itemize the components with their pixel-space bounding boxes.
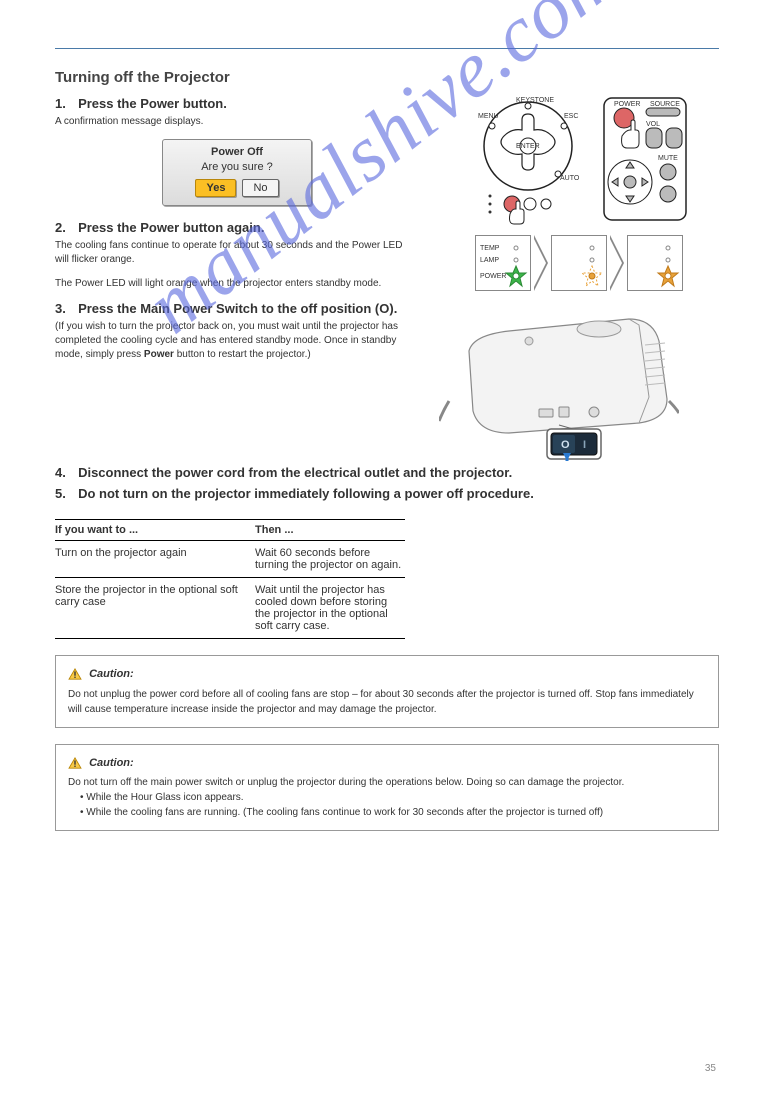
led-power-label: POWER (480, 273, 506, 280)
step2-body-b: The Power LED will light orange when the… (55, 277, 419, 291)
warning-icon (68, 757, 82, 769)
table-row2-left: Store the projector in the optional soft… (55, 584, 255, 632)
menu-label: MENU (478, 113, 499, 120)
caution2-head: Caution: (89, 757, 134, 769)
dialog-yes-button[interactable]: Yes (195, 179, 236, 197)
step5-num: 5. (55, 486, 75, 501)
keystone-label: KEYSTONE (516, 97, 554, 104)
power-label: POWER (614, 101, 640, 108)
caution1-head: Caution: (89, 668, 134, 680)
caution2-line1: Do not turn off the main power switch or… (68, 775, 706, 790)
esc-label: ESC (564, 113, 578, 120)
led-sequence-illustration: TEMP LAMP POWER (439, 235, 719, 291)
table-header-left: If you want to ... (55, 524, 255, 536)
led-lamp-label: LAMP (480, 257, 499, 264)
dialog-title: Power Off (169, 146, 305, 158)
svg-text:O: O (561, 439, 570, 451)
caution-box-2: Caution: Do not turn off the main power … (55, 744, 719, 832)
remote-illustration: POWER SOURCE VOL MUTE (600, 96, 690, 229)
step2-body-a: The cooling fans continue to operate for… (55, 239, 419, 267)
step4-title: Disconnect the power cord from the elect… (78, 465, 512, 480)
poweroff-dialog: Power Off Are you sure ? Yes No (162, 139, 312, 206)
table-header-right: Then ... (255, 524, 405, 536)
step1-num: 1. (55, 96, 75, 111)
svg-text:I: I (583, 439, 586, 451)
table-row1-right: Wait 60 seconds before turning the proje… (255, 547, 405, 571)
caution1-text: Do not unplug the power cord before all … (68, 687, 706, 717)
step1-title: Press the Power button. (78, 96, 227, 111)
page-number: 35 (705, 1063, 716, 1074)
step2-title: Press the Power button again. (78, 220, 264, 235)
table-row1-left: Turn on the projector again (55, 547, 255, 571)
step2-num: 2. (55, 220, 75, 235)
caution-box-1: Caution: Do not unplug the power cord be… (55, 655, 719, 728)
step3-body: (If you wish to turn the projector back … (55, 320, 419, 362)
vol-label: VOL (646, 121, 660, 128)
step3-body-b: Power (144, 349, 174, 360)
warning-icon (68, 668, 82, 680)
led-temp-label: TEMP (480, 245, 500, 252)
table-row2-right: Wait until the projector has cooled down… (255, 584, 405, 632)
section-heading: Turning off the Projector (55, 69, 719, 86)
caution2-bullet1: • While the Hour Glass icon appears. (80, 790, 706, 805)
dialog-no-button[interactable]: No (242, 179, 278, 197)
step3-num: 3. (55, 301, 75, 316)
step4-num: 4. (55, 465, 75, 480)
mute-label: MUTE (658, 155, 678, 162)
step1-body: A confirmation message displays. (55, 115, 419, 129)
projector-illustration: O I (439, 301, 679, 461)
control-pad-illustration: KEYSTONE ESC MENU ENTER AUTO (468, 96, 588, 229)
source-label: SOURCE (650, 101, 680, 108)
step5-title: Do not turn on the projector immediately… (78, 486, 534, 501)
caution2-bullet2: • While the cooling fans are running. (T… (80, 805, 706, 820)
step3-body-c: button to restart the projector.) (177, 349, 311, 360)
step3-title: Press the Main Power Switch to the off p… (78, 301, 397, 316)
auto-label: AUTO (560, 175, 580, 182)
enter-label: ENTER (516, 143, 540, 150)
dialog-subtitle: Are you sure ? (169, 161, 305, 173)
